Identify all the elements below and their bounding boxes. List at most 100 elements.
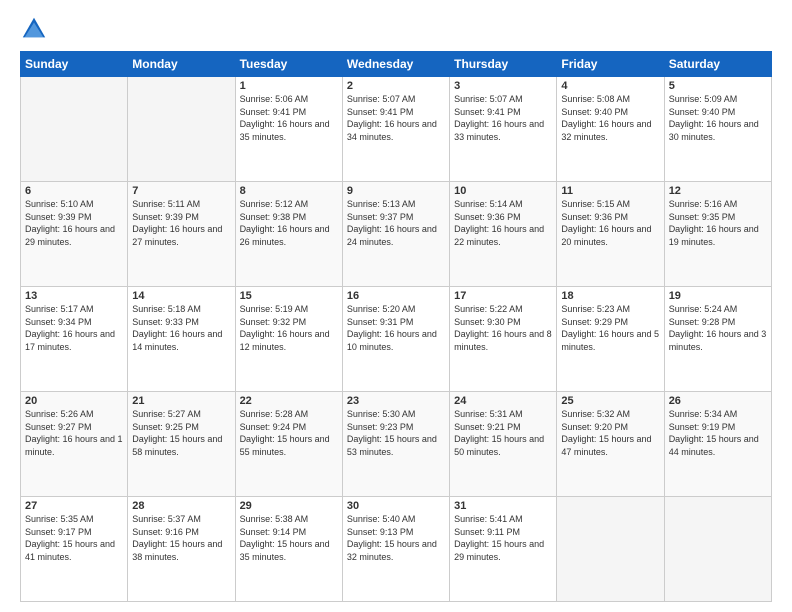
day-info: Sunrise: 5:11 AM Sunset: 9:39 PM Dayligh… [132, 198, 230, 248]
day-number: 27 [25, 500, 123, 512]
calendar-weekday: Tuesday [235, 52, 342, 77]
day-info: Sunrise: 5:16 AM Sunset: 9:35 PM Dayligh… [669, 198, 767, 248]
calendar-cell: 1Sunrise: 5:06 AM Sunset: 9:41 PM Daylig… [235, 77, 342, 182]
calendar-cell: 15Sunrise: 5:19 AM Sunset: 9:32 PM Dayli… [235, 287, 342, 392]
calendar-cell: 13Sunrise: 5:17 AM Sunset: 9:34 PM Dayli… [21, 287, 128, 392]
calendar-weekday: Sunday [21, 52, 128, 77]
day-number: 15 [240, 290, 338, 302]
calendar-week-row: 13Sunrise: 5:17 AM Sunset: 9:34 PM Dayli… [21, 287, 772, 392]
calendar-cell: 7Sunrise: 5:11 AM Sunset: 9:39 PM Daylig… [128, 182, 235, 287]
calendar-cell: 22Sunrise: 5:28 AM Sunset: 9:24 PM Dayli… [235, 392, 342, 497]
calendar-cell: 10Sunrise: 5:14 AM Sunset: 9:36 PM Dayli… [450, 182, 557, 287]
calendar-weekday: Monday [128, 52, 235, 77]
day-info: Sunrise: 5:07 AM Sunset: 9:41 PM Dayligh… [347, 93, 445, 143]
calendar-week-row: 20Sunrise: 5:26 AM Sunset: 9:27 PM Dayli… [21, 392, 772, 497]
calendar-weekday: Saturday [664, 52, 771, 77]
calendar-cell: 2Sunrise: 5:07 AM Sunset: 9:41 PM Daylig… [342, 77, 449, 182]
day-number: 6 [25, 185, 123, 197]
header [20, 15, 772, 43]
day-info: Sunrise: 5:23 AM Sunset: 9:29 PM Dayligh… [561, 303, 659, 353]
calendar-cell: 29Sunrise: 5:38 AM Sunset: 9:14 PM Dayli… [235, 497, 342, 602]
day-info: Sunrise: 5:12 AM Sunset: 9:38 PM Dayligh… [240, 198, 338, 248]
day-number: 10 [454, 185, 552, 197]
calendar-cell: 28Sunrise: 5:37 AM Sunset: 9:16 PM Dayli… [128, 497, 235, 602]
calendar-cell [128, 77, 235, 182]
day-info: Sunrise: 5:18 AM Sunset: 9:33 PM Dayligh… [132, 303, 230, 353]
day-number: 26 [669, 395, 767, 407]
day-number: 22 [240, 395, 338, 407]
calendar-cell: 5Sunrise: 5:09 AM Sunset: 9:40 PM Daylig… [664, 77, 771, 182]
calendar-cell: 25Sunrise: 5:32 AM Sunset: 9:20 PM Dayli… [557, 392, 664, 497]
calendar-cell [21, 77, 128, 182]
day-number: 12 [669, 185, 767, 197]
calendar-cell [664, 497, 771, 602]
calendar-cell: 19Sunrise: 5:24 AM Sunset: 9:28 PM Dayli… [664, 287, 771, 392]
calendar-cell: 4Sunrise: 5:08 AM Sunset: 9:40 PM Daylig… [557, 77, 664, 182]
day-info: Sunrise: 5:22 AM Sunset: 9:30 PM Dayligh… [454, 303, 552, 353]
day-number: 25 [561, 395, 659, 407]
day-info: Sunrise: 5:40 AM Sunset: 9:13 PM Dayligh… [347, 513, 445, 563]
day-number: 8 [240, 185, 338, 197]
day-number: 9 [347, 185, 445, 197]
calendar-header-row: SundayMondayTuesdayWednesdayThursdayFrid… [21, 52, 772, 77]
calendar-cell: 30Sunrise: 5:40 AM Sunset: 9:13 PM Dayli… [342, 497, 449, 602]
day-number: 29 [240, 500, 338, 512]
calendar-weekday: Friday [557, 52, 664, 77]
calendar-week-row: 1Sunrise: 5:06 AM Sunset: 9:41 PM Daylig… [21, 77, 772, 182]
calendar-cell: 11Sunrise: 5:15 AM Sunset: 9:36 PM Dayli… [557, 182, 664, 287]
day-number: 1 [240, 80, 338, 92]
day-number: 3 [454, 80, 552, 92]
day-number: 7 [132, 185, 230, 197]
calendar-cell: 21Sunrise: 5:27 AM Sunset: 9:25 PM Dayli… [128, 392, 235, 497]
page: SundayMondayTuesdayWednesdayThursdayFrid… [0, 0, 792, 612]
calendar-cell: 20Sunrise: 5:26 AM Sunset: 9:27 PM Dayli… [21, 392, 128, 497]
logo [20, 15, 52, 43]
day-info: Sunrise: 5:13 AM Sunset: 9:37 PM Dayligh… [347, 198, 445, 248]
day-number: 23 [347, 395, 445, 407]
day-number: 4 [561, 80, 659, 92]
calendar-cell: 3Sunrise: 5:07 AM Sunset: 9:41 PM Daylig… [450, 77, 557, 182]
day-info: Sunrise: 5:15 AM Sunset: 9:36 PM Dayligh… [561, 198, 659, 248]
calendar-cell: 8Sunrise: 5:12 AM Sunset: 9:38 PM Daylig… [235, 182, 342, 287]
day-number: 2 [347, 80, 445, 92]
day-number: 13 [25, 290, 123, 302]
calendar-cell: 18Sunrise: 5:23 AM Sunset: 9:29 PM Dayli… [557, 287, 664, 392]
day-info: Sunrise: 5:20 AM Sunset: 9:31 PM Dayligh… [347, 303, 445, 353]
calendar-cell: 12Sunrise: 5:16 AM Sunset: 9:35 PM Dayli… [664, 182, 771, 287]
calendar-week-row: 27Sunrise: 5:35 AM Sunset: 9:17 PM Dayli… [21, 497, 772, 602]
day-info: Sunrise: 5:30 AM Sunset: 9:23 PM Dayligh… [347, 408, 445, 458]
calendar-weekday: Thursday [450, 52, 557, 77]
day-info: Sunrise: 5:28 AM Sunset: 9:24 PM Dayligh… [240, 408, 338, 458]
day-number: 5 [669, 80, 767, 92]
calendar-cell: 27Sunrise: 5:35 AM Sunset: 9:17 PM Dayli… [21, 497, 128, 602]
day-info: Sunrise: 5:17 AM Sunset: 9:34 PM Dayligh… [25, 303, 123, 353]
calendar-week-row: 6Sunrise: 5:10 AM Sunset: 9:39 PM Daylig… [21, 182, 772, 287]
calendar-table: SundayMondayTuesdayWednesdayThursdayFrid… [20, 51, 772, 602]
calendar-cell: 14Sunrise: 5:18 AM Sunset: 9:33 PM Dayli… [128, 287, 235, 392]
day-info: Sunrise: 5:37 AM Sunset: 9:16 PM Dayligh… [132, 513, 230, 563]
calendar-cell: 9Sunrise: 5:13 AM Sunset: 9:37 PM Daylig… [342, 182, 449, 287]
day-number: 14 [132, 290, 230, 302]
day-info: Sunrise: 5:14 AM Sunset: 9:36 PM Dayligh… [454, 198, 552, 248]
day-number: 31 [454, 500, 552, 512]
day-number: 30 [347, 500, 445, 512]
day-number: 28 [132, 500, 230, 512]
day-number: 19 [669, 290, 767, 302]
day-info: Sunrise: 5:34 AM Sunset: 9:19 PM Dayligh… [669, 408, 767, 458]
day-info: Sunrise: 5:27 AM Sunset: 9:25 PM Dayligh… [132, 408, 230, 458]
calendar-weekday: Wednesday [342, 52, 449, 77]
calendar-cell: 31Sunrise: 5:41 AM Sunset: 9:11 PM Dayli… [450, 497, 557, 602]
day-info: Sunrise: 5:26 AM Sunset: 9:27 PM Dayligh… [25, 408, 123, 458]
day-info: Sunrise: 5:06 AM Sunset: 9:41 PM Dayligh… [240, 93, 338, 143]
day-info: Sunrise: 5:38 AM Sunset: 9:14 PM Dayligh… [240, 513, 338, 563]
day-number: 11 [561, 185, 659, 197]
day-info: Sunrise: 5:35 AM Sunset: 9:17 PM Dayligh… [25, 513, 123, 563]
day-info: Sunrise: 5:24 AM Sunset: 9:28 PM Dayligh… [669, 303, 767, 353]
day-info: Sunrise: 5:41 AM Sunset: 9:11 PM Dayligh… [454, 513, 552, 563]
day-info: Sunrise: 5:19 AM Sunset: 9:32 PM Dayligh… [240, 303, 338, 353]
day-info: Sunrise: 5:08 AM Sunset: 9:40 PM Dayligh… [561, 93, 659, 143]
calendar-cell: 17Sunrise: 5:22 AM Sunset: 9:30 PM Dayli… [450, 287, 557, 392]
calendar-cell: 26Sunrise: 5:34 AM Sunset: 9:19 PM Dayli… [664, 392, 771, 497]
day-number: 24 [454, 395, 552, 407]
day-info: Sunrise: 5:09 AM Sunset: 9:40 PM Dayligh… [669, 93, 767, 143]
